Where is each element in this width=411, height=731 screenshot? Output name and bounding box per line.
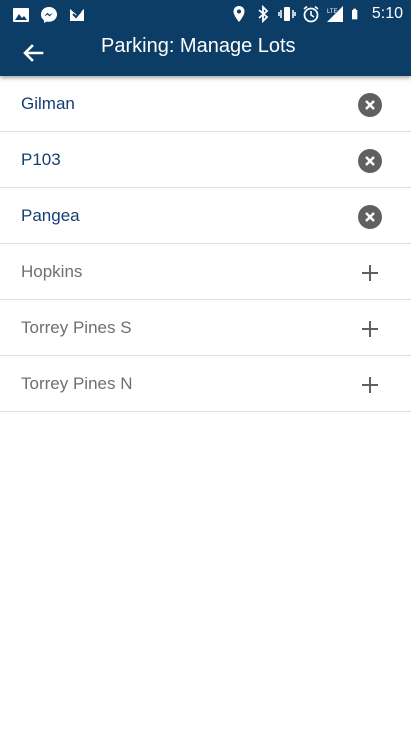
remove-lot-button[interactable] xyxy=(357,204,383,230)
mail-check-icon xyxy=(70,9,84,21)
lot-label: Pangea xyxy=(21,206,80,225)
remove-lot-button[interactable] xyxy=(357,148,383,174)
add-icon xyxy=(362,265,378,281)
add-icon xyxy=(362,321,378,337)
remove-icon xyxy=(358,149,382,173)
lot-list: Gilman P103 Pangea Hopkins Torrey Pines S Tor… xyxy=(0,76,411,412)
app-header: LTE 5:10 Parking: Manage Lots xyxy=(0,0,411,76)
battery-icon xyxy=(351,8,358,20)
lot-label: Gilman xyxy=(21,94,75,113)
status-time: 5:10 xyxy=(371,5,403,22)
lte-signal-icon: LTE xyxy=(326,6,343,22)
page-title: Parking: Manage Lots xyxy=(101,35,296,57)
lot-label: Hopkins xyxy=(21,262,83,281)
add-lot-button[interactable] xyxy=(357,372,383,398)
status-bar: LTE 5:10 xyxy=(0,0,411,30)
add-lot-button[interactable] xyxy=(357,316,383,342)
messenger-icon xyxy=(41,7,57,23)
svg-text:LTE: LTE xyxy=(327,9,338,15)
remove-icon xyxy=(358,93,382,117)
arrow-back-icon xyxy=(23,44,44,62)
lot-label: Torrey Pines S xyxy=(21,318,132,337)
vibrate-icon xyxy=(278,7,296,21)
lot-row[interactable]: Torrey Pines S xyxy=(0,300,411,356)
remove-lot-button[interactable] xyxy=(357,92,383,118)
add-icon xyxy=(362,377,378,393)
lot-row[interactable]: Gilman xyxy=(0,76,411,132)
add-lot-button[interactable] xyxy=(357,260,383,286)
back-button[interactable] xyxy=(18,38,48,68)
location-icon xyxy=(233,6,245,22)
app-bar: Parking: Manage Lots xyxy=(0,30,411,76)
lot-label: Torrey Pines N xyxy=(21,374,133,393)
lot-row[interactable]: P103 xyxy=(0,132,411,188)
lot-label: P103 xyxy=(21,150,61,169)
alarm-icon xyxy=(303,5,319,23)
lot-row[interactable]: Pangea xyxy=(0,188,411,244)
lot-row[interactable]: Hopkins xyxy=(0,244,411,300)
lot-row[interactable]: Torrey Pines N xyxy=(0,356,411,412)
bluetooth-icon xyxy=(258,5,269,23)
image-icon xyxy=(13,8,29,22)
remove-icon xyxy=(358,205,382,229)
